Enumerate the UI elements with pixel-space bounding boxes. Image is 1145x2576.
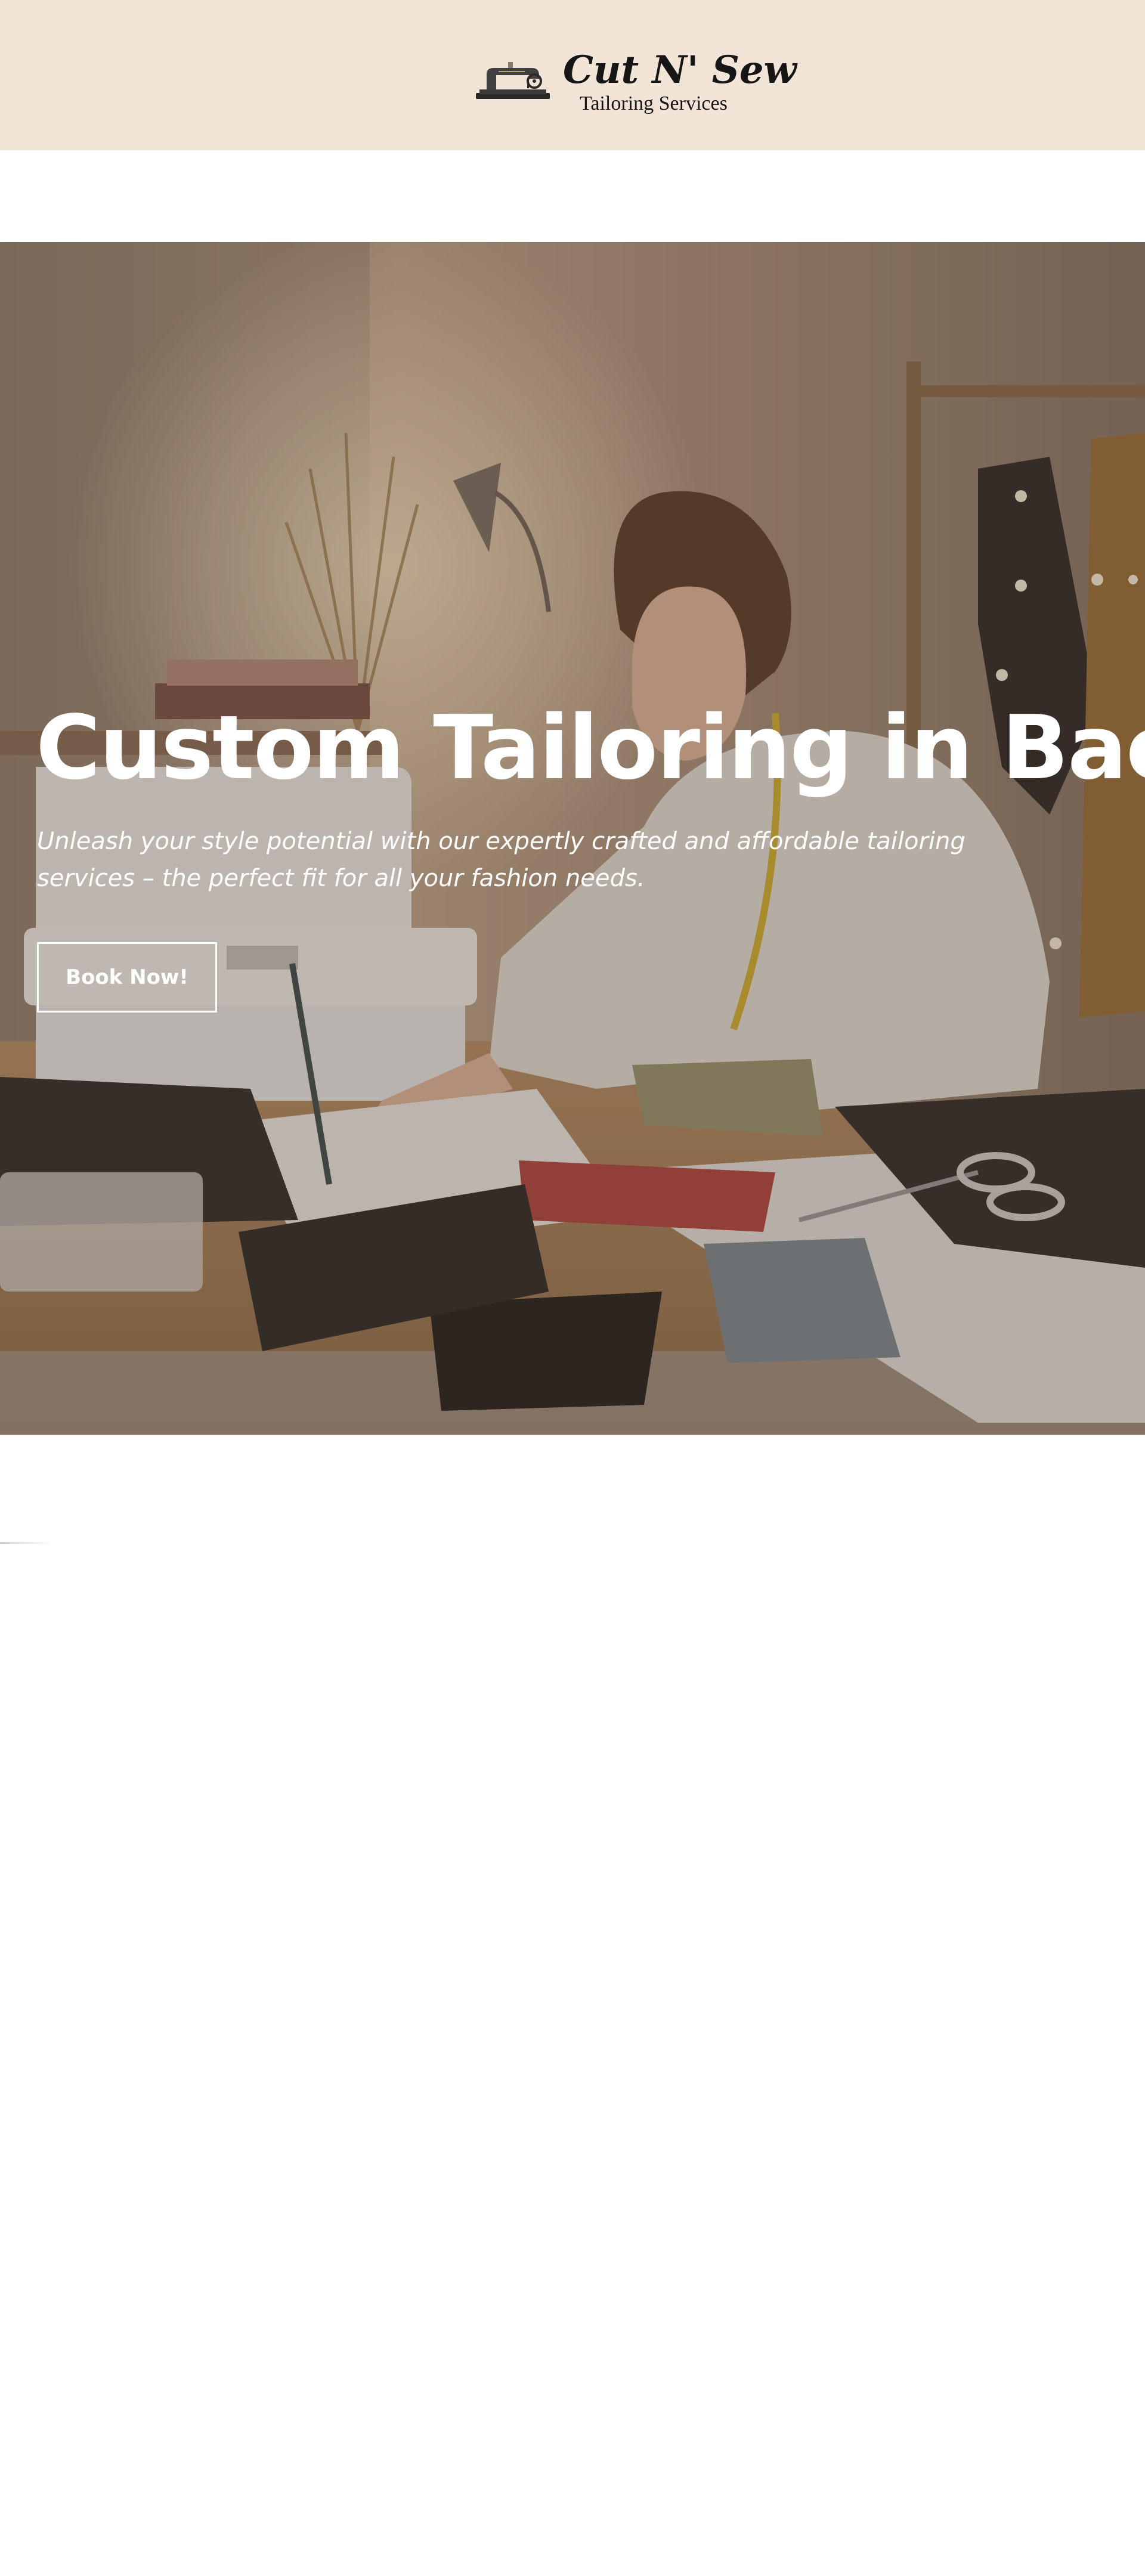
hero-section: Custom Tailoring in Bacolod Unleash your… <box>0 242 1145 1435</box>
site-logo[interactable]: Cut N' Sew Tailoring Services <box>475 49 797 120</box>
book-now-button[interactable]: Book Now! <box>37 942 217 1013</box>
hero-subtitle: Unleash your style potential with our ex… <box>37 828 965 892</box>
content-section-blank <box>0 1435 1145 2576</box>
site-header: Cut N' Sew Tailoring Services <box>0 0 1145 150</box>
logo-wordmark: Cut N' Sew <box>563 48 797 92</box>
logo-tagline: Tailoring Services <box>580 92 728 114</box>
divider-fragment <box>0 1542 54 1544</box>
sewing-machine-icon <box>476 62 550 99</box>
hero-title: Custom Tailoring in Bacolod <box>36 696 1145 799</box>
